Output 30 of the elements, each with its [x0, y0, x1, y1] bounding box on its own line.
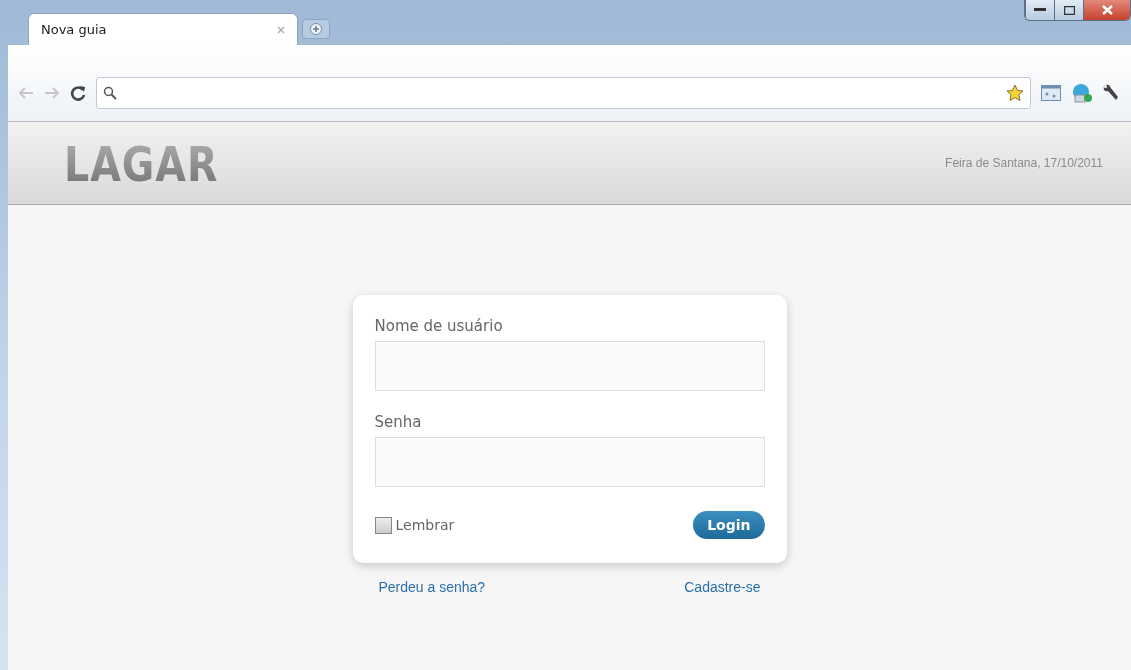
close-button[interactable] — [1083, 0, 1130, 20]
browser-tab[interactable]: Nova guia — [28, 13, 298, 45]
reload-icon[interactable] — [70, 85, 86, 101]
chat-icon[interactable] — [1071, 83, 1093, 103]
close-icon — [1101, 5, 1113, 15]
search-icon — [103, 86, 117, 100]
remember-checkbox[interactable] — [374, 516, 392, 534]
wrench-icon[interactable] — [1103, 84, 1121, 102]
location-date: Feira de Santana, 17/10/2011 — [945, 156, 1103, 170]
input-field[interactable] — [374, 341, 765, 391]
register-link[interactable]: Cadastre-se — [684, 579, 761, 595]
close-icon[interactable] — [277, 25, 285, 34]
plus-icon — [310, 23, 322, 35]
minimize-button[interactable] — [1025, 0, 1054, 20]
minimize-icon — [1034, 8, 1046, 12]
field-label: Nome de usuário — [374, 317, 504, 335]
forgot-password-link[interactable]: Perdeu a senha? — [378, 579, 486, 595]
field-label: Senha — [374, 413, 423, 431]
back-icon[interactable] — [18, 86, 34, 100]
new-tab-button[interactable] — [302, 19, 330, 39]
maximize-button[interactable] — [1054, 0, 1083, 20]
forward-icon[interactable] — [44, 86, 60, 100]
maximize-icon — [1063, 5, 1075, 15]
login-button[interactable]: Login — [693, 511, 765, 539]
tab-title: Nova guia — [41, 22, 107, 37]
star-icon[interactable] — [1006, 84, 1024, 102]
address-bar[interactable] — [96, 77, 1031, 109]
remember-label: Lembrar — [395, 517, 455, 533]
input-field[interactable] — [374, 437, 765, 487]
window-icon[interactable] — [1041, 85, 1061, 101]
